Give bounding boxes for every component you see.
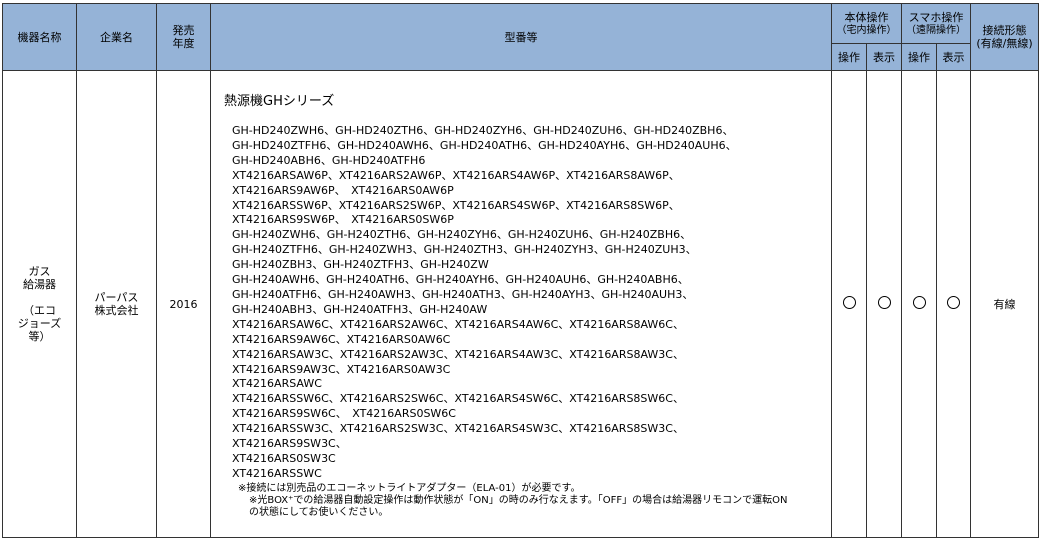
header-connection-type-label: 接続形態 <box>982 24 1027 37</box>
notes: ※接続には別売品のエコーネットライトアダプター（ELA-01）が必要です。 ※光… <box>238 483 831 519</box>
table-row: ガス 給湯器 （エコ ジョーズ 等） パーパス 株式会社 2016 熱源機GHシ… <box>2 70 1039 538</box>
model-line: GH-H240ATFH6、GH-H240AWH3、GH-H240ATH3、GH-… <box>232 287 694 301</box>
model-line: XT4216ARSSW6P、XT4216ARS2SW6P、XT4216ARS4S… <box>232 198 680 212</box>
available-circle-icon <box>947 296 960 309</box>
model-line: GH-HD240ZWH6、GH-HD240ZTH6、GH-HD240ZYH6、G… <box>232 124 734 137</box>
header-release-year-line2: 年度 <box>172 37 195 50</box>
body-display-cell <box>866 70 902 538</box>
company-line: パーパス <box>94 291 139 304</box>
smartphone-operate-cell <box>901 70 937 538</box>
model-line: XT4216ARSAWC <box>232 377 322 391</box>
company-line: 株式会社 <box>94 304 139 317</box>
header-smartphone-display: 表示 <box>936 43 971 71</box>
device-name-line: 給湯器 <box>23 278 56 291</box>
model-line: XT4216ARS9SW6P、 XT4216ARS0SW6P <box>232 213 454 227</box>
header-release-year-line1: 発売 <box>172 24 195 37</box>
header-smartphone-operation-label: スマホ操作 <box>908 10 964 24</box>
model-list: GH-HD240ZWH6、GH-HD240ZTH6、GH-HD240ZYH6、G… <box>232 124 831 482</box>
model-cell: 熱源機GHシリーズ GH-HD240ZWH6、GH-HD240ZTH6、GH-H… <box>210 70 832 538</box>
device-name-cell: ガス 給湯器 （エコ ジョーズ 等） <box>2 70 77 538</box>
note-hikari-box: ※光BOX⁺での給湯器自動設定操作は動作状態が「ON」の時のみ行なえます。「OF… <box>249 494 788 506</box>
model-line: GH-H240ZBH3、GH-H240ZTFH3、GH-H240ZW <box>232 258 489 272</box>
device-name-line <box>3 291 76 304</box>
header-connection-type-sub: (有線/無線) <box>976 37 1033 50</box>
available-circle-icon <box>842 296 856 309</box>
company-cell: パーパス 株式会社 <box>76 70 157 538</box>
model-line: GH-H240ZWH6、GH-H240ZTH6、GH-H240ZYH6、GH-H… <box>232 228 692 242</box>
header-company: 企業名 <box>76 3 157 71</box>
series-title: 熱源機GHシリーズ <box>224 94 335 109</box>
note-adapter: ※接続には別売品のエコーネットライトアダプター（ELA-01）が必要です。 <box>238 482 581 494</box>
connection-type-cell: 有線 <box>970 70 1039 538</box>
model-line: GH-HD240ZTFH6、GH-HD240AWH6、GH-HD240ATH6、… <box>232 138 737 152</box>
header-smartphone-operate: 操作 <box>901 43 937 71</box>
header-connection-type: 接続形態 (有線/無線) <box>970 3 1039 71</box>
model-line: GH-H240ZTFH6、GH-H240ZWH3、GH-H240ZTH3、GH-… <box>232 243 697 257</box>
device-name-line: ガス <box>28 265 51 278</box>
header-smartphone-operation: スマホ操作 （遠隔操作） <box>901 3 971 44</box>
model-line: XT4216ARS9AW3C、XT4216ARS0AW3C <box>232 362 451 376</box>
model-line: XT4216ARSSWC <box>232 466 322 480</box>
model-line: GH-HD240ABH6、GH-HD240ATFH6 <box>232 153 426 167</box>
header-release-year: 発売 年度 <box>156 3 211 71</box>
smartphone-display-cell <box>936 70 971 538</box>
device-table: 機器名称 企業名 発売 年度 型番等 本体操作 （宅内操作） スマホ操作 （遠隔… <box>2 3 1039 538</box>
note-hikari-box-continued: の状態にしてお使いください。 <box>249 506 389 518</box>
header-device-name: 機器名称 <box>2 3 77 71</box>
model-line: XT4216ARSSW3C、XT4216ARS2SW3C、XT4216ARS4S… <box>232 422 684 436</box>
header-body-operation: 本体操作 （宅内操作） <box>831 3 902 44</box>
device-name-line: 等） <box>28 330 51 343</box>
model-line: XT4216ARS9AW6P、 XT4216ARS0AW6P <box>232 183 454 197</box>
device-name-line: ジョーズ <box>17 317 62 330</box>
model-line: XT4216ARS9SW6C、 XT4216ARS0SW6C <box>232 407 456 421</box>
available-circle-icon <box>877 296 891 309</box>
available-circle-icon <box>912 296 926 309</box>
model-line: XT4216ARS9AW6C、XT4216ARS0AW6C <box>232 332 451 346</box>
release-year-cell: 2016 <box>156 70 211 538</box>
model-line: XT4216ARSAW6C、XT4216ARS2AW6C、XT4216ARS4A… <box>232 317 684 331</box>
device-name-line: （エコ <box>23 304 56 317</box>
model-line: XT4216ARS9SW3C、 <box>232 437 347 451</box>
body-operate-cell <box>831 70 867 538</box>
model-line: XT4216ARS0SW3C <box>232 451 336 465</box>
model-line: XT4216ARSAW6P、XT4216ARS2AW6P、XT4216ARS4A… <box>232 168 680 182</box>
header-body-operation-label: 本体操作 <box>844 10 889 24</box>
model-line: XT4216ARSSW6C、XT4216ARS2SW6C、XT4216ARS4S… <box>232 392 684 406</box>
header-body-operate: 操作 <box>831 43 867 71</box>
header-body-operation-sub: （宅内操作） <box>836 24 897 36</box>
header-body-display: 表示 <box>866 43 902 71</box>
model-line: GH-H240ABH3、GH-H240ATFH3、GH-H240AW <box>232 302 488 316</box>
header-model: 型番等 <box>210 3 832 71</box>
header-row: 機器名称 企業名 発売 年度 型番等 本体操作 （宅内操作） スマホ操作 （遠隔… <box>2 3 1039 71</box>
model-line: GH-H240AWH6、GH-H240ATH6、GH-H240AYH6、GH-H… <box>232 273 689 287</box>
header-smartphone-operation-sub: （遠隔操作） <box>906 24 966 36</box>
model-line: XT4216ARSAW3C、XT4216ARS2AW3C、XT4216ARS4A… <box>232 347 684 361</box>
